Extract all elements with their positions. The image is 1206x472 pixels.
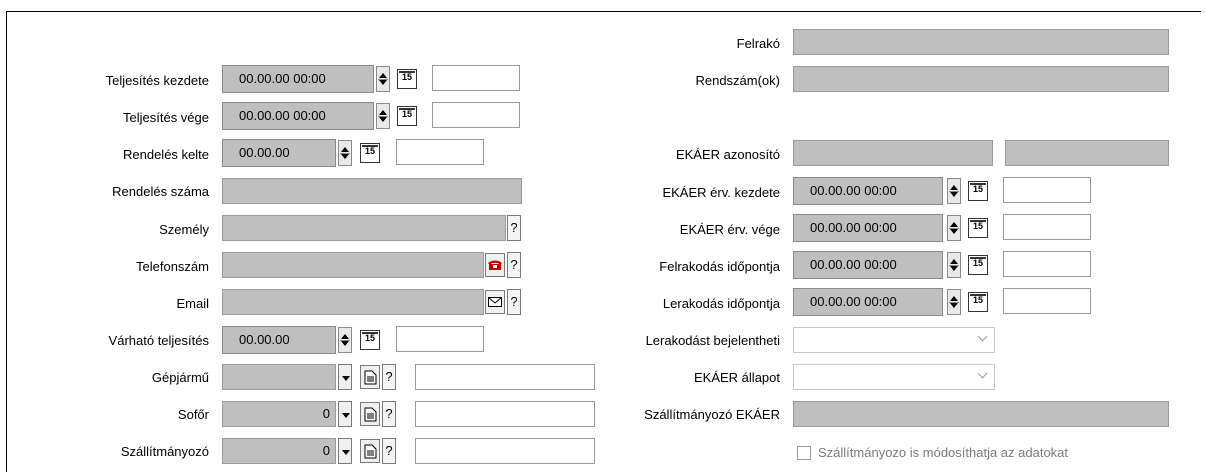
teljesites-vege-input[interactable]: 00.00.00 00:00 bbox=[222, 102, 374, 130]
calendar-icon[interactable]: 15 bbox=[397, 69, 417, 89]
label-felrako: Felrakó bbox=[736, 36, 780, 51]
szallitmanyozo-value: 0 bbox=[322, 443, 330, 458]
szemely-help-button[interactable]: ? bbox=[507, 215, 521, 241]
rendeles-kelte-extra-field[interactable] bbox=[396, 139, 484, 165]
teljesites-vege-spinner[interactable] bbox=[376, 103, 390, 129]
label-lerakodas-idopontja: Lerakodás időpontja bbox=[662, 296, 780, 311]
ekaer-allapot-select[interactable] bbox=[793, 364, 995, 390]
rendeles-kelte-spinner[interactable] bbox=[338, 140, 352, 166]
label-gepjarmu: Gépjármű bbox=[151, 370, 209, 385]
label-lerakodast-bejelentheti: Lerakodást bejelentheti bbox=[645, 333, 780, 348]
calendar-icon[interactable]: 15 bbox=[360, 143, 380, 163]
ekaer-erv-vege-extra-field[interactable] bbox=[1003, 214, 1091, 240]
calendar-icon[interactable]: 15 bbox=[968, 181, 988, 201]
varhato-teljesites-input[interactable]: 00.00.00 bbox=[222, 326, 336, 354]
varhato-teljesites-spinner[interactable] bbox=[338, 327, 352, 353]
label-szallitmanyozo-ekaer: Szállítmányozó EKÁER bbox=[644, 407, 780, 422]
ekaer-azonosito-extra-field[interactable] bbox=[1005, 140, 1169, 166]
felrakodas-idopontja-input[interactable]: 00.00.00 00:00 bbox=[793, 251, 943, 279]
sofor-name-field[interactable] bbox=[415, 401, 595, 427]
lerakodas-idopontja-input[interactable]: 00.00.00 00:00 bbox=[793, 288, 943, 316]
telefonszam-field[interactable] bbox=[222, 252, 484, 278]
ekaer-erv-kezdete-extra-field[interactable] bbox=[1003, 177, 1091, 203]
szallitmanyozo-name-field[interactable] bbox=[415, 438, 595, 464]
chevron-down-icon bbox=[977, 368, 988, 379]
label-szemely: Személy bbox=[159, 222, 209, 237]
szallitmanyozo-modosithatja-checkbox[interactable] bbox=[797, 446, 811, 460]
label-ekaer-azonosito: EKÁER azonosító bbox=[675, 147, 780, 162]
ekaer-azonosito-field[interactable] bbox=[793, 140, 993, 166]
chevron-down-icon bbox=[977, 331, 988, 342]
calendar-icon[interactable]: 15 bbox=[360, 330, 380, 350]
label-email: Email bbox=[176, 296, 209, 311]
telefonszam-help-button[interactable]: ? bbox=[507, 252, 521, 278]
varhato-teljesites-extra-field[interactable] bbox=[396, 326, 484, 352]
rendeles-szama-field[interactable] bbox=[222, 178, 522, 204]
form-panel: Teljesítés kezdete 00.00.00 00:00 15 Tel… bbox=[0, 0, 1206, 472]
felrakodas-idopontja-extra-field[interactable] bbox=[1003, 251, 1091, 277]
label-rendeles-kelte: Rendelés kelte bbox=[123, 147, 209, 162]
label-rendeles-szama: Rendelés száma bbox=[112, 184, 209, 199]
rendeles-kelte-input[interactable]: 00.00.00 bbox=[222, 139, 336, 167]
ekaer-erv-kezdete-spinner[interactable] bbox=[947, 178, 961, 204]
label-varhato-teljesites: Várható teljesítés bbox=[108, 333, 209, 348]
gepjarmu-dropdown-button[interactable] bbox=[338, 364, 352, 390]
phone-icon[interactable] bbox=[485, 253, 505, 277]
calendar-icon[interactable]: 15 bbox=[968, 292, 988, 312]
teljesites-vege-extra-field[interactable] bbox=[432, 102, 520, 128]
document-icon[interactable] bbox=[360, 439, 380, 463]
ekaer-erv-kezdete-input[interactable]: 00.00.00 00:00 bbox=[793, 177, 943, 205]
calendar-icon[interactable]: 15 bbox=[968, 255, 988, 275]
label-felrakodas-idopontja: Felrakodás időpontja bbox=[659, 259, 780, 274]
label-teljesites-kezdete: Teljesítés kezdete bbox=[105, 73, 209, 88]
gepjarmu-name-field[interactable] bbox=[415, 364, 595, 390]
label-ekaer-erv-vege: EKÁER érv. vége bbox=[679, 222, 780, 237]
document-icon[interactable] bbox=[360, 365, 380, 389]
szallitmanyozo-modosithatja-label: Szállítmányozo is módosíthatja az adatok… bbox=[818, 445, 1069, 460]
lerakodas-idopontja-spinner[interactable] bbox=[947, 289, 961, 315]
sofor-dropdown-button[interactable] bbox=[338, 401, 352, 427]
teljesites-kezdete-extra-field[interactable] bbox=[432, 65, 520, 91]
label-ekaer-allapot: EKÁER állapot bbox=[694, 370, 780, 385]
label-ekaer-erv-kezdete: EKÁER érv. kezdete bbox=[662, 185, 780, 200]
teljesites-kezdete-spinner[interactable] bbox=[376, 66, 390, 92]
rendszamok-field[interactable] bbox=[793, 66, 1169, 92]
label-szallitmanyozo: Szállítmányozó bbox=[120, 444, 209, 459]
felrako-field[interactable] bbox=[793, 29, 1169, 55]
lerakodas-idopontja-extra-field[interactable] bbox=[1003, 288, 1091, 314]
sofor-value: 0 bbox=[322, 406, 330, 421]
gepjarmu-help-button[interactable]: ? bbox=[382, 364, 396, 390]
label-sofor: Sofőr bbox=[177, 407, 209, 422]
lerakodast-bejelentheti-select[interactable] bbox=[793, 327, 995, 353]
email-help-button[interactable]: ? bbox=[507, 289, 521, 315]
document-icon[interactable] bbox=[360, 402, 380, 426]
teljesites-kezdete-input[interactable]: 00.00.00 00:00 bbox=[222, 65, 374, 93]
calendar-icon[interactable]: 15 bbox=[968, 218, 988, 238]
ekaer-erv-vege-input[interactable]: 00.00.00 00:00 bbox=[793, 214, 943, 242]
label-rendszamok: Rendszám(ok) bbox=[695, 73, 780, 88]
label-telefonszam: Telefonszám bbox=[136, 259, 209, 274]
email-field[interactable] bbox=[222, 289, 484, 315]
szallitmanyozo-ekaer-field[interactable] bbox=[793, 401, 1169, 427]
szallitmanyozo-help-button[interactable]: ? bbox=[382, 438, 396, 464]
szallitmanyozo-dropdown-button[interactable] bbox=[338, 438, 352, 464]
calendar-icon[interactable]: 15 bbox=[397, 106, 417, 126]
felrakodas-idopontja-spinner[interactable] bbox=[947, 252, 961, 278]
szemely-field[interactable] bbox=[222, 215, 506, 241]
label-teljesites-vege: Teljesítés vége bbox=[123, 110, 209, 125]
ekaer-erv-vege-spinner[interactable] bbox=[947, 215, 961, 241]
sofor-help-button[interactable]: ? bbox=[382, 401, 396, 427]
gepjarmu-field[interactable] bbox=[222, 364, 336, 390]
envelope-icon[interactable] bbox=[485, 290, 505, 314]
